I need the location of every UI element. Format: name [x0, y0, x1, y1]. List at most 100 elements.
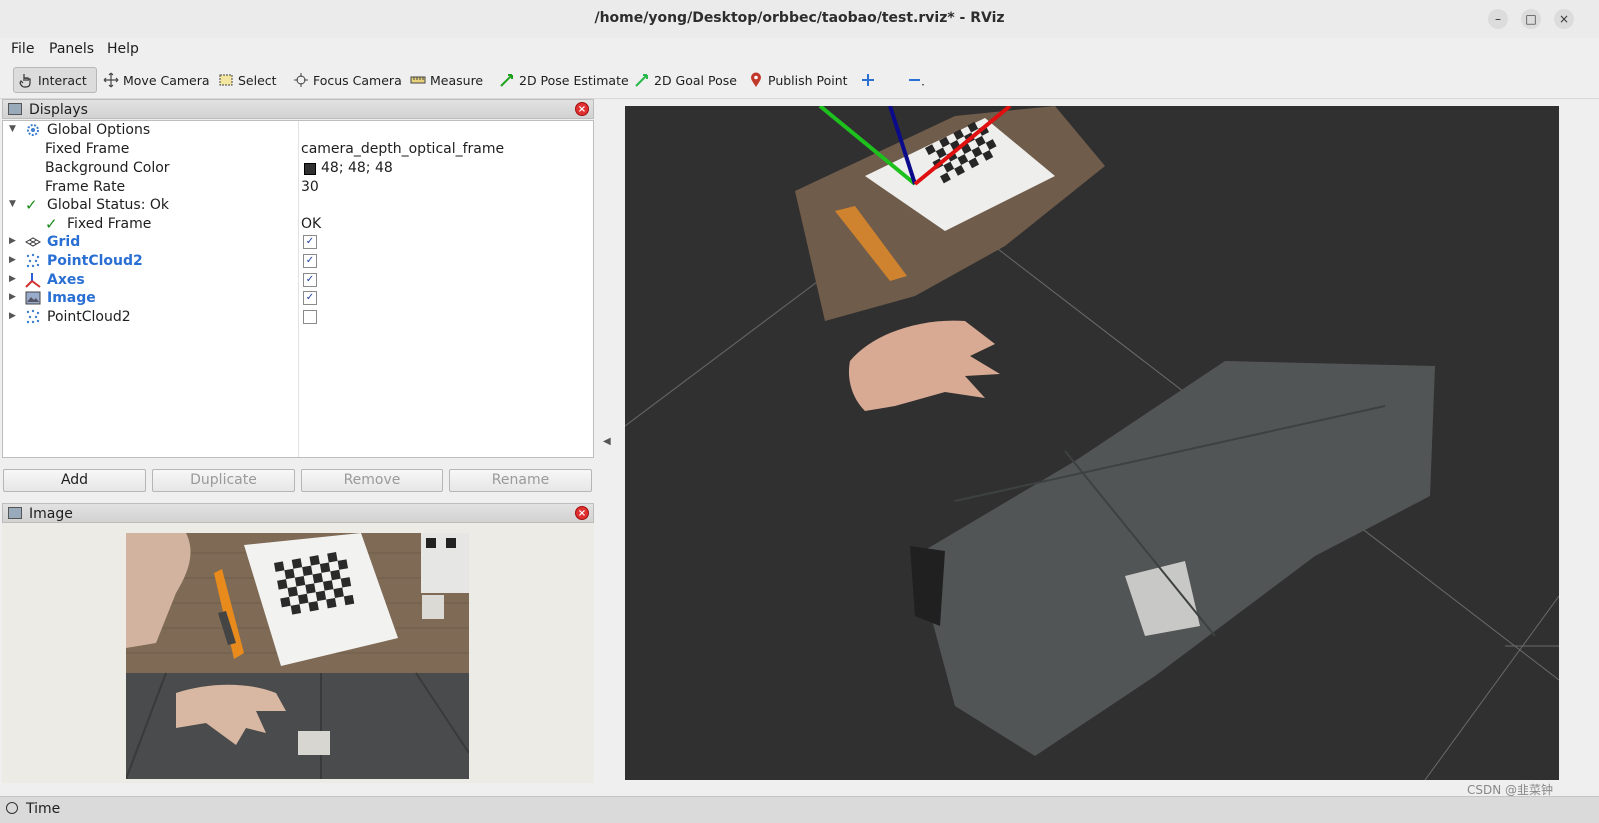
tree-row-global-options[interactable]: ▼ Global Options — [3, 121, 593, 140]
menu-bar: File Panels Help — [0, 38, 1599, 62]
color-swatch[interactable] — [304, 163, 316, 175]
tree-row-grid[interactable]: ▶ Grid ✓ — [3, 233, 593, 252]
displays-panel-header: Displays × — [2, 99, 594, 119]
focus-camera-tool-button[interactable]: Focus Camera — [289, 67, 406, 93]
tree-row-fixed-frame[interactable]: Fixed Frame camera_depth_optical_frame — [3, 140, 593, 159]
select-label: Select — [238, 72, 277, 88]
2d-pose-estimate-tool-button[interactable]: 2D Pose Estimate — [495, 67, 633, 93]
clock-icon — [6, 802, 18, 814]
2d-pose-estimate-label: 2D Pose Estimate — [519, 72, 629, 88]
rename-button[interactable]: Rename — [449, 469, 592, 492]
axes-checkbox[interactable]: ✓ — [303, 273, 317, 287]
focus-camera-icon — [293, 72, 309, 88]
publish-point-label: Publish Point — [768, 72, 848, 88]
image-label: Image — [47, 290, 96, 306]
tree-row-pointcloud2[interactable]: ▶ PointCloud2 ✓ — [3, 252, 593, 271]
toolbar: Interact Move Camera Select Focus Camera… — [0, 62, 1599, 99]
select-tool-button[interactable]: Select — [214, 67, 281, 93]
move-camera-label: Move Camera — [123, 72, 210, 88]
tree-row-background-color[interactable]: Background Color 48; 48; 48 — [3, 159, 593, 178]
image-panel-header: Image × — [2, 503, 594, 523]
tree-row-status-fixed-frame[interactable]: ✓ Fixed Frame OK — [3, 215, 593, 234]
displays-tree[interactable]: ▼ Global Options Fixed Frame camera_dept… — [2, 120, 594, 458]
window-titlebar: /home/yong/Desktop/orbbec/taobao/test.rv… — [0, 0, 1599, 39]
expand-right-icon[interactable]: ▶ — [9, 311, 19, 321]
checkmark-icon: ✓ — [25, 196, 38, 214]
image-panel-title: Image — [29, 506, 73, 522]
fixed-frame-label: Fixed Frame — [45, 141, 130, 157]
move-camera-tool-button[interactable]: Move Camera — [99, 67, 214, 93]
expand-right-icon[interactable]: ▶ — [9, 292, 19, 302]
collapse-left-icon[interactable]: ◀ — [603, 436, 611, 447]
menu-file[interactable]: File — [11, 41, 34, 57]
focus-camera-label: Focus Camera — [313, 72, 402, 88]
expand-right-icon[interactable]: ▶ — [9, 274, 19, 284]
tree-row-pointcloud2-disabled[interactable]: ▶ PointCloud2 — [3, 308, 593, 327]
ruler-icon — [410, 72, 426, 88]
global-status-label: Global Status: Ok — [47, 197, 170, 213]
axes-icon — [25, 272, 41, 288]
3d-render-viewport[interactable] — [625, 106, 1559, 780]
time-panel-title: Time — [26, 801, 61, 817]
select-rectangle-icon — [218, 72, 234, 88]
remove-button[interactable]: Remove — [301, 469, 443, 492]
axes-label: Axes — [47, 272, 85, 288]
displays-panel-title: Displays — [29, 102, 88, 118]
pointcloud2-disabled-checkbox[interactable] — [303, 310, 317, 324]
interact-tool-button[interactable]: Interact — [13, 67, 97, 93]
expand-down-icon[interactable]: ▼ — [9, 199, 19, 209]
image-panel-icon — [8, 507, 22, 519]
menu-panels[interactable]: Panels — [49, 41, 94, 57]
expand-right-icon[interactable]: ▶ — [9, 236, 19, 246]
green-goal-arrow-icon — [634, 72, 650, 88]
measure-label: Measure — [430, 72, 484, 88]
global-options-label: Global Options — [47, 122, 151, 138]
maximize-button[interactable]: □ — [1521, 9, 1541, 29]
status-fixed-frame-label: Fixed Frame — [67, 216, 152, 232]
fixed-frame-value[interactable]: camera_depth_optical_frame — [301, 141, 504, 157]
plus-icon — [860, 72, 876, 88]
window-title: /home/yong/Desktop/orbbec/taobao/test.rv… — [594, 10, 1005, 26]
expand-down-icon[interactable]: ▼ — [9, 124, 19, 134]
map-pin-icon — [748, 72, 764, 88]
grid-label: Grid — [47, 234, 81, 250]
camera-image — [126, 533, 469, 779]
close-window-button[interactable]: × — [1554, 9, 1574, 29]
pointcloud2-label-disabled: PointCloud2 — [47, 309, 131, 325]
publish-point-tool-button[interactable]: Publish Point — [744, 67, 852, 93]
measure-tool-button[interactable]: Measure — [406, 67, 487, 93]
image-checkbox[interactable]: ✓ — [303, 291, 317, 305]
status-fixed-frame-value: OK — [301, 216, 322, 232]
2d-goal-pose-label: 2D Goal Pose — [654, 72, 737, 88]
minimize-button[interactable]: – — [1488, 9, 1508, 29]
watermark: CSDN @韭菜钟 — [1466, 783, 1553, 797]
minus-icon — [906, 72, 924, 88]
menu-help[interactable]: Help — [107, 41, 139, 57]
checkmark-icon: ✓ — [45, 215, 58, 233]
image-close-icon[interactable]: × — [575, 506, 589, 520]
tree-row-image[interactable]: ▶ Image ✓ — [3, 289, 593, 308]
gear-icon — [25, 122, 41, 138]
pointcloud-icon — [25, 309, 41, 325]
pointcloud2-checkbox[interactable]: ✓ — [303, 254, 317, 268]
frame-rate-value[interactable]: 30 — [301, 179, 319, 195]
add-tool-button[interactable] — [856, 67, 880, 93]
displays-close-icon[interactable]: × — [575, 102, 589, 116]
pointcloud-icon — [25, 253, 41, 269]
grid-checkbox[interactable]: ✓ — [303, 235, 317, 249]
frame-rate-label: Frame Rate — [45, 179, 126, 195]
tree-row-axes[interactable]: ▶ Axes ✓ — [3, 271, 593, 290]
monitor-icon — [8, 103, 22, 115]
move-camera-icon — [103, 72, 119, 88]
interact-label: Interact — [38, 72, 87, 88]
remove-tool-button[interactable] — [902, 67, 926, 93]
tree-row-frame-rate[interactable]: Frame Rate 30 — [3, 178, 593, 197]
duplicate-button[interactable]: Duplicate — [152, 469, 295, 492]
pointcloud2-label: PointCloud2 — [47, 253, 143, 269]
2d-goal-pose-tool-button[interactable]: 2D Goal Pose — [630, 67, 741, 93]
add-button[interactable]: Add — [3, 469, 146, 492]
expand-right-icon[interactable]: ▶ — [9, 255, 19, 265]
tree-row-global-status[interactable]: ▼ ✓ Global Status: Ok — [3, 196, 593, 215]
green-arrow-icon — [499, 72, 515, 88]
grid-icon — [24, 234, 42, 250]
